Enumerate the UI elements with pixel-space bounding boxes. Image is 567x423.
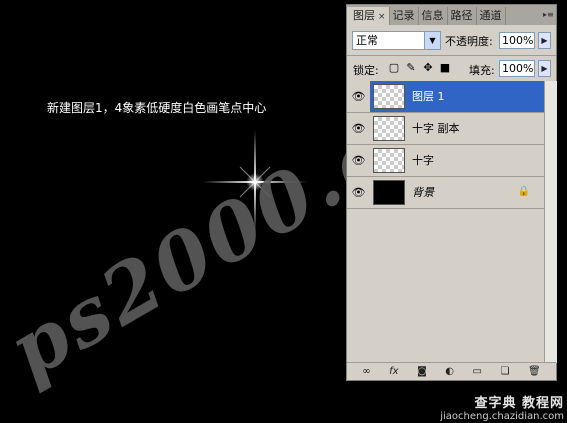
new-layer-icon[interactable]: ❏ [501, 366, 510, 377]
fx-icon[interactable]: fx [389, 366, 398, 377]
eye-icon[interactable]: 👁 [349, 177, 368, 208]
layer-cell[interactable]: 图层 1 [370, 81, 544, 112]
link-layers-icon[interactable]: ∞ [362, 366, 370, 377]
fill-input[interactable]: 100% [499, 60, 535, 77]
mask-icon[interactable]: ◙ [417, 366, 427, 377]
layer-thumbnail [373, 148, 405, 173]
eye-icon[interactable]: 👁 [349, 145, 368, 176]
layer-cell[interactable]: 十字 副本 [370, 113, 544, 144]
layer-row[interactable]: 👁 图层 1 [347, 81, 544, 113]
layers-panel: 图层 × 记录 信息 路径 通道 ▸≡ 正常 ▼ 不透明度: 100% ▶ 锁定:… [346, 4, 557, 381]
layers-scrollbar[interactable] [544, 81, 557, 363]
blend-mode-select[interactable]: 正常 ▼ [352, 31, 441, 50]
panel-menu-icon[interactable]: ▸≡ [543, 10, 554, 19]
fill-slider-arrow-icon[interactable]: ▶ [538, 60, 551, 77]
layers-list: 👁 图层 1 👁 十字 副本 👁 十字 👁 背景 🔒 [347, 81, 544, 363]
layer-row[interactable]: 👁 背景 🔒 [347, 177, 544, 209]
corner-watermark-url: jiaocheng.chazidian.com [440, 411, 564, 422]
layer-thumbnail [373, 84, 405, 109]
opacity-label: 不透明度: [445, 35, 493, 48]
chevron-down-icon[interactable]: ▼ [424, 32, 440, 49]
opacity-input[interactable]: 100% [499, 32, 535, 49]
layer-name: 背景 [412, 186, 434, 199]
adjustment-icon[interactable]: ◐ [445, 366, 454, 377]
layer-cell[interactable]: 背景 🔒 [370, 177, 544, 208]
tab-info[interactable]: 信息 [419, 7, 448, 25]
lock-icon: 🔒 [517, 186, 530, 197]
layer-cell[interactable]: 十字 [370, 145, 544, 176]
opacity-slider-arrow-icon[interactable]: ▶ [538, 32, 551, 49]
eye-icon[interactable]: 👁 [349, 81, 368, 112]
tab-paths[interactable]: 路径 [448, 7, 477, 25]
tab-label: 图层 [353, 9, 375, 22]
layer-thumbnail [373, 180, 405, 205]
lock-paint-icon[interactable]: ✎ [405, 61, 417, 74]
lock-transparency-icon[interactable]: ▢ [388, 61, 400, 74]
lock-options: ▢ ✎ ✥ ■ [388, 61, 451, 74]
layer-name: 十字 [412, 154, 434, 167]
tab-channels[interactable]: 通道 [477, 7, 506, 25]
layer-name: 十字 副本 [412, 122, 460, 135]
layer-actions-bar: ∞ fx ◙ ◐ ▭ ❏ 🗑 [347, 362, 556, 380]
layer-row[interactable]: 👁 十字 副本 [347, 113, 544, 145]
layer-row[interactable]: 👁 十字 [347, 145, 544, 177]
divider [347, 55, 556, 56]
tab-layers[interactable]: 图层 × [347, 7, 390, 25]
lock-all-icon[interactable]: ■ [439, 61, 451, 74]
eye-icon[interactable]: 👁 [349, 113, 368, 144]
lock-label: 锁定: [353, 64, 379, 77]
layer-thumbnail [373, 116, 405, 141]
panel-tabs: 图层 × 记录 信息 路径 通道 [347, 5, 556, 25]
layer-name: 图层 1 [412, 90, 445, 103]
blend-mode-value: 正常 [356, 34, 378, 47]
corner-watermark: 查字典 教程网 jiaocheng.chazidian.com [440, 392, 564, 422]
lock-move-icon[interactable]: ✥ [422, 61, 434, 74]
folder-icon[interactable]: ▭ [473, 366, 482, 377]
trash-icon[interactable]: 🗑 [528, 366, 541, 377]
tab-history[interactable]: 记录 [390, 7, 419, 25]
corner-watermark-title: 查字典 教程网 [474, 396, 564, 411]
fill-label: 填充: [469, 64, 495, 77]
close-icon[interactable]: × [378, 12, 386, 22]
